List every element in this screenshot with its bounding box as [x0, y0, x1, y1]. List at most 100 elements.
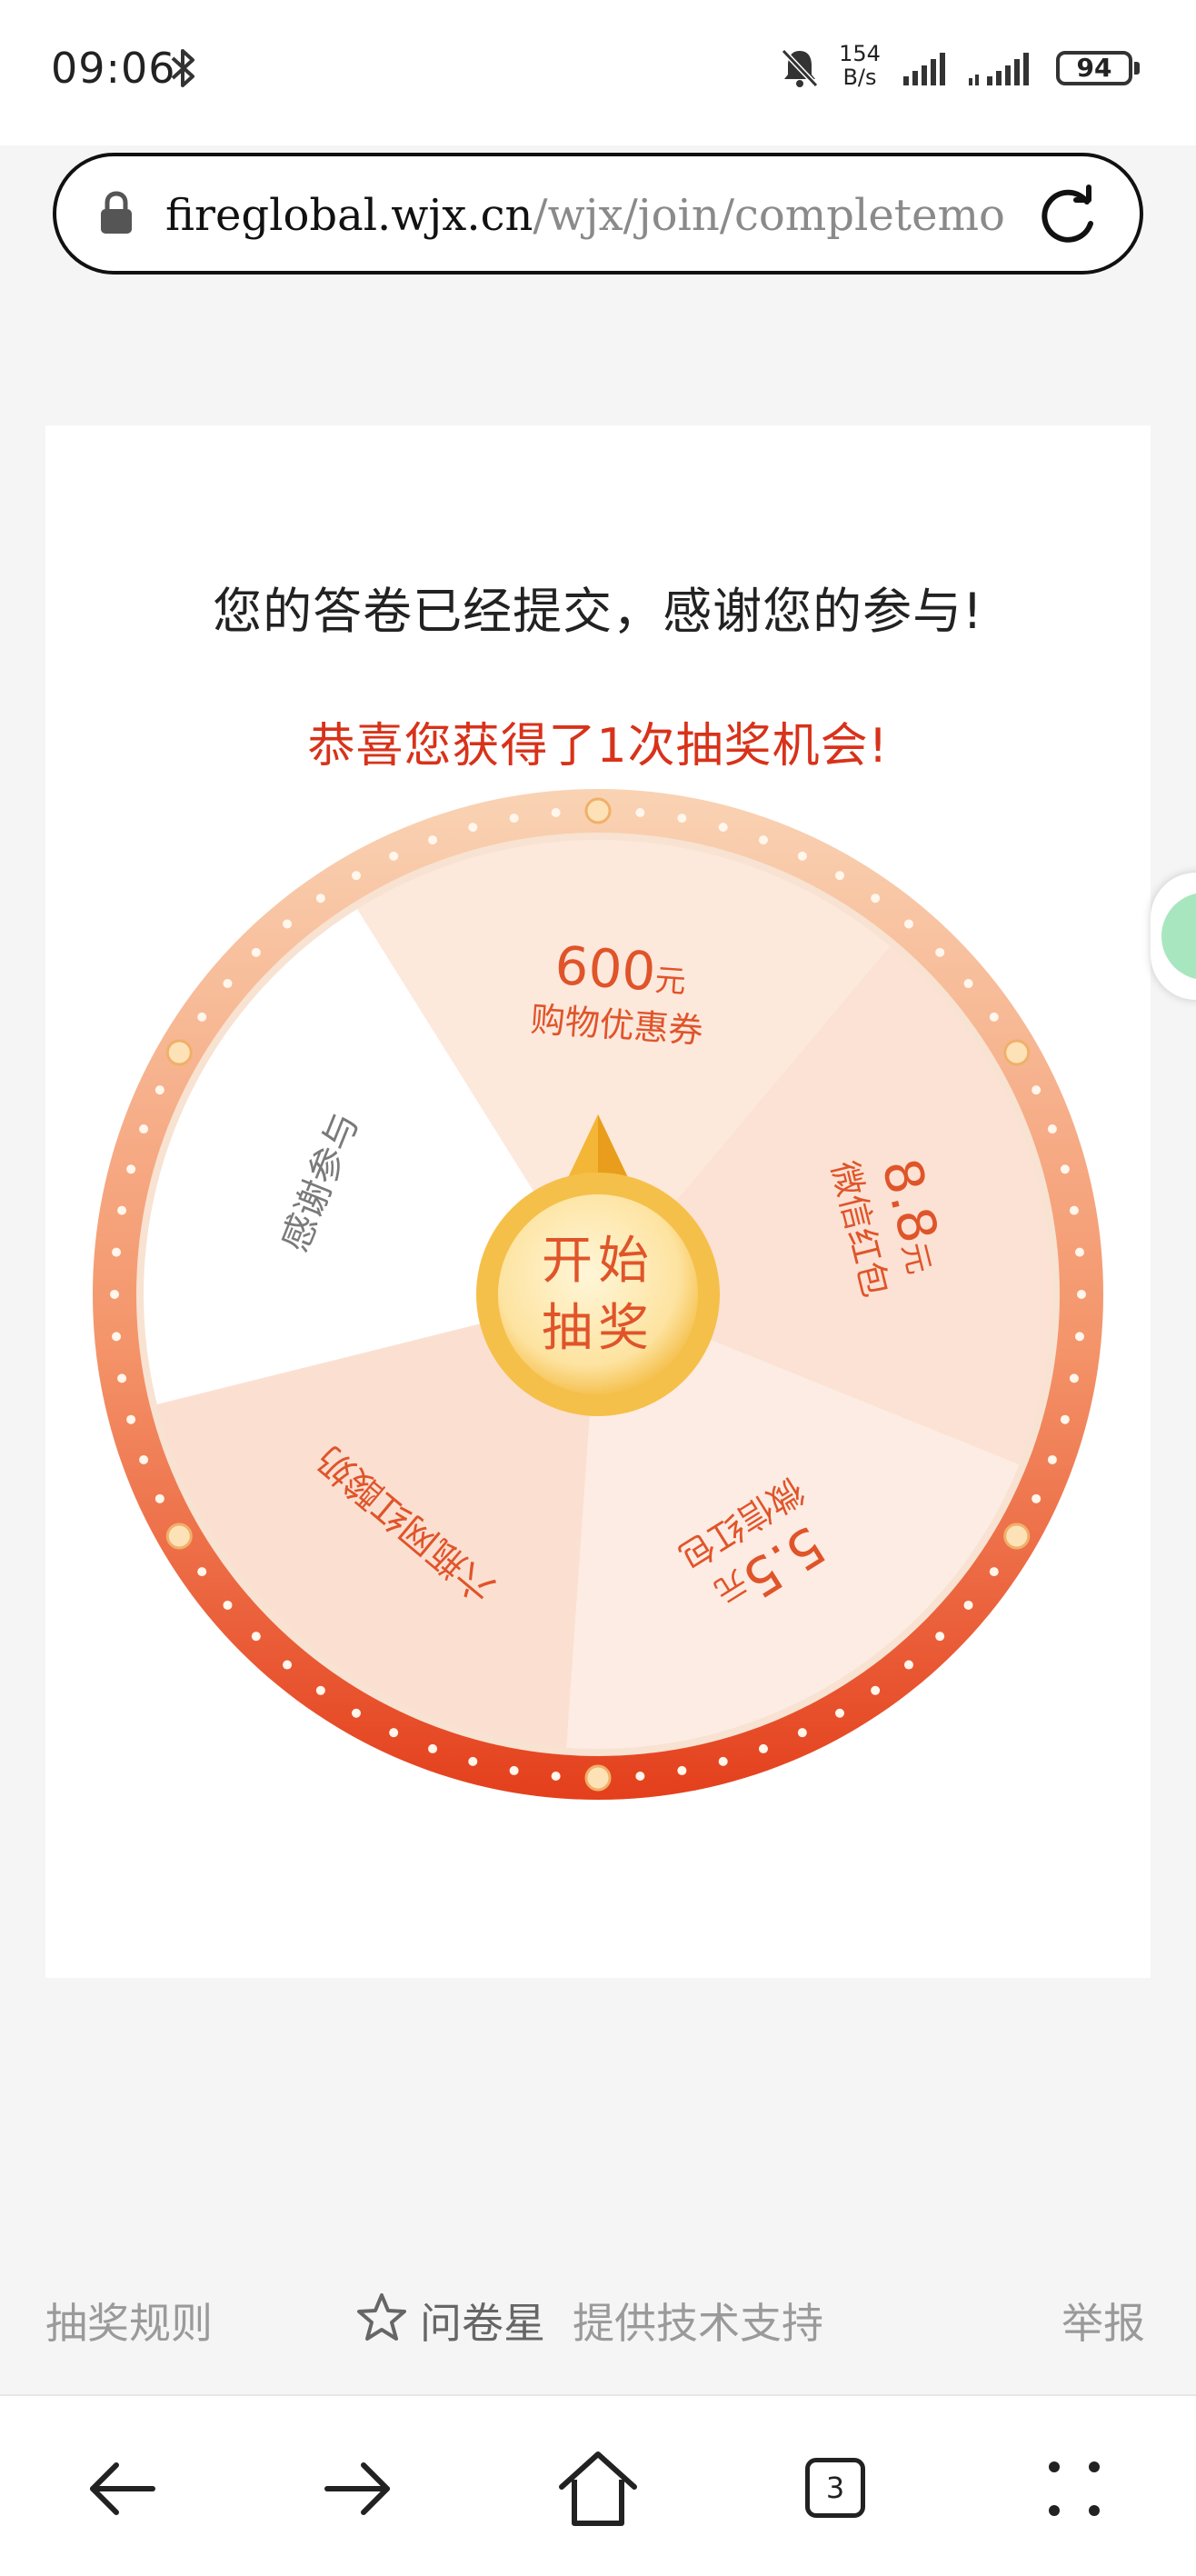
rim-dot — [903, 919, 913, 929]
rim-dot — [963, 1600, 973, 1610]
rim-dot — [677, 1765, 687, 1775]
side-chat-button[interactable] — [1151, 873, 1196, 1000]
thanks-message: 您的答卷已经提交，感谢您的参与! — [213, 583, 983, 640]
star-icon — [357, 2293, 406, 2341]
rim-dot — [139, 1454, 149, 1464]
brand-name[interactable]: 问卷星 — [420, 2291, 545, 2351]
rim-dot — [635, 808, 645, 818]
lottery-wheel[interactable]: 600元购物优惠券8.8元微信红包5.5元微信红包六瓶网红酸奶感谢参与 开始 抽… — [91, 787, 1105, 1802]
report-link[interactable]: 举报 — [1061, 2291, 1145, 2351]
back-arrow-icon[interactable] — [75, 2443, 165, 2534]
rim-dot — [315, 1685, 325, 1695]
forward-arrow-icon[interactable] — [314, 2443, 405, 2534]
url-host: fireglobal.wjx.cn — [165, 190, 533, 241]
rim-dot — [389, 1728, 399, 1738]
menu-dots-icon[interactable] — [1029, 2443, 1120, 2534]
home-icon[interactable] — [553, 2443, 643, 2534]
rim-dot — [1074, 1247, 1084, 1257]
reload-icon[interactable] — [1034, 182, 1103, 251]
result-card: 您的答卷已经提交，感谢您的参与! 恭喜您获得了1次抽奖机会! 600元 购物优惠券… — [45, 425, 1151, 1978]
rim-dot — [110, 1290, 119, 1299]
rim-dot — [989, 1567, 999, 1577]
rim-bulb — [1003, 1039, 1031, 1066]
lock-icon — [101, 191, 132, 234]
rim-dot — [154, 1493, 164, 1503]
rim-dot — [117, 1373, 127, 1383]
status-bar: 09:06 154 B/s 94 — [0, 0, 1196, 145]
rim-dot — [251, 947, 261, 957]
rim-dot — [352, 871, 361, 881]
rim-dot — [1074, 1332, 1084, 1342]
url-path: /wjx/join/completemo — [533, 190, 1005, 241]
rim-dot — [797, 851, 807, 861]
rim-dot — [935, 1632, 945, 1642]
signal-icon — [969, 53, 1029, 85]
rim-dot — [428, 835, 438, 845]
rim-dot — [223, 979, 233, 989]
rim-dot — [315, 894, 325, 904]
start-label-line1: 开始 — [542, 1232, 654, 1291]
rim-dot — [871, 1685, 881, 1695]
rim-dot — [1069, 1205, 1079, 1215]
bluetooth-icon — [171, 49, 194, 87]
address-bar[interactable]: fireglobal.wjx.cn/wjx/join/completemo — [53, 153, 1143, 275]
rim-dot — [935, 947, 945, 957]
rim-dot — [758, 835, 768, 845]
hub-inner — [498, 1194, 698, 1394]
rim-bulb — [584, 797, 612, 824]
rim-dot — [117, 1205, 127, 1215]
browser-bottom-nav: 3 — [0, 2394, 1196, 2576]
rim-dot — [126, 1164, 136, 1174]
rim-dot — [197, 1567, 207, 1577]
rim-dot — [835, 871, 844, 881]
rim-dot — [718, 823, 728, 833]
rim-dot — [154, 1085, 164, 1095]
rim-dot — [1047, 1124, 1057, 1134]
lottery-rules-link[interactable]: 抽奖规则 — [45, 2291, 213, 2351]
url-text[interactable]: fireglobal.wjx.cn/wjx/join/completemo — [165, 184, 1056, 247]
rim-dot — [509, 814, 519, 824]
rim-dot — [251, 1632, 261, 1642]
rim-dot — [1047, 1454, 1057, 1464]
network-speed-value: 154 — [839, 41, 881, 66]
rim-dot — [635, 1771, 645, 1781]
rim-dot — [509, 1765, 519, 1775]
rim-dot — [758, 1743, 768, 1753]
lottery-chance-message: 恭喜您获得了1次抽奖机会! — [307, 719, 889, 774]
rim-dot — [223, 1600, 233, 1610]
rim-dot — [1077, 1290, 1086, 1299]
rim-dot — [718, 1756, 728, 1766]
rim-dot — [1032, 1493, 1042, 1503]
rim-bulb — [165, 1523, 193, 1550]
battery-icon: 94 — [1056, 51, 1132, 85]
rim-dot — [677, 814, 687, 824]
start-label-line2: 抽奖 — [542, 1299, 654, 1358]
rim-dot — [112, 1332, 122, 1342]
rim-dot — [551, 1771, 561, 1781]
rim-bulb — [1003, 1523, 1031, 1550]
status-time: 09:06 — [51, 44, 176, 93]
tabs-icon: 3 — [805, 2458, 865, 2518]
rim-dot — [389, 851, 399, 861]
rim-dot — [963, 979, 973, 989]
rim-dot — [1069, 1373, 1079, 1383]
mute-bell-icon — [781, 48, 819, 88]
rim-dot — [112, 1247, 122, 1257]
rim-dot — [835, 1708, 844, 1718]
rim-dot — [283, 1660, 293, 1670]
rim-dot — [139, 1124, 149, 1134]
rim-dot — [871, 894, 881, 904]
rim-dot — [1060, 1414, 1070, 1424]
rim-dot — [468, 823, 478, 833]
battery-cap — [1134, 62, 1140, 75]
rim-dot — [126, 1414, 136, 1424]
network-speed-unit: B/s — [842, 65, 877, 90]
rim-dot — [283, 919, 293, 929]
rim-dot — [797, 1728, 807, 1738]
rim-bulb — [584, 1764, 612, 1792]
rim-bulb — [165, 1039, 193, 1066]
signal-icon — [903, 53, 945, 85]
rim-dot — [989, 1012, 999, 1022]
tabs-button[interactable]: 3 — [789, 2443, 880, 2534]
network-speed: 154 B/s — [832, 42, 887, 89]
